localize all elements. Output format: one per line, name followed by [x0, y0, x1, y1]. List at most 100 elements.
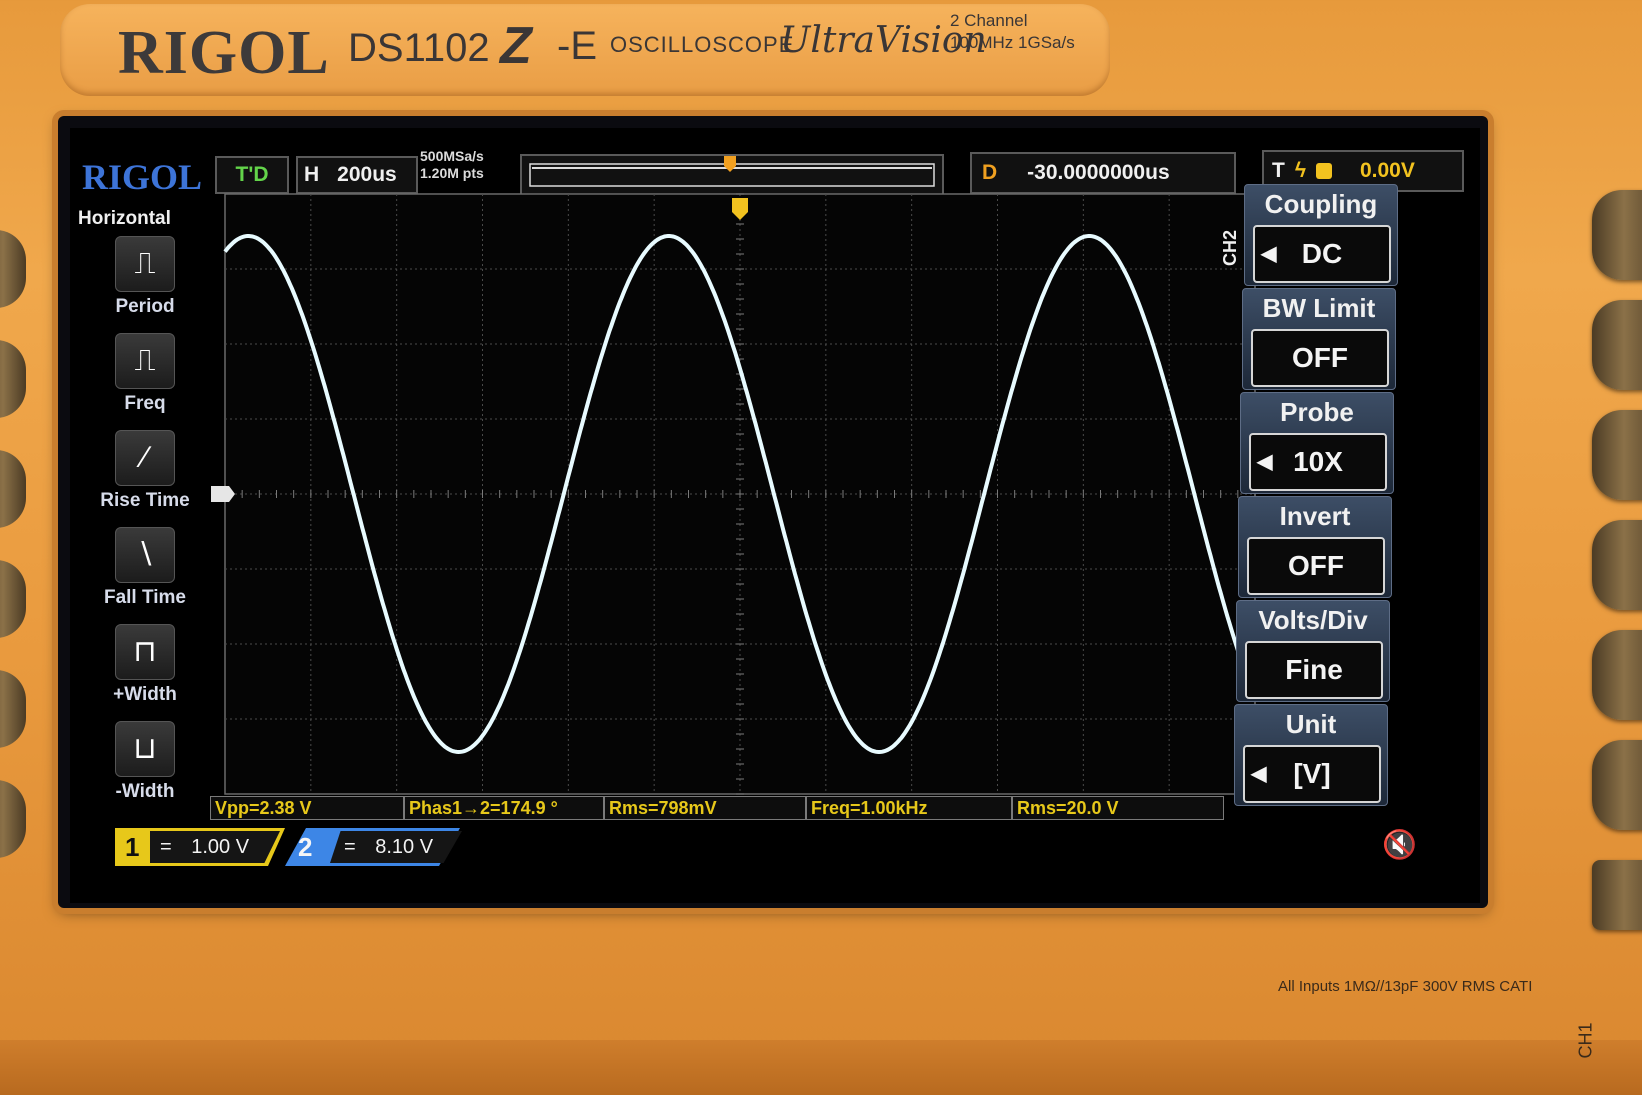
horizontal-label: H — [304, 163, 320, 186]
measurement-freq: Freq=1.00kHz — [806, 796, 1012, 820]
horizontal-menu-item[interactable]: ⎍ Freq — [90, 333, 200, 415]
channel-menu-item[interactable]: Probe ◀ 10X — [1240, 392, 1394, 494]
horizontal-menu-item[interactable]: ⊔ -Width — [90, 721, 200, 803]
memory-depth: 1.20M pts — [420, 165, 484, 181]
softkey-2[interactable] — [1592, 300, 1642, 390]
horizontal-menu-label: +Width — [113, 684, 177, 705]
memory-position-bar — [520, 154, 944, 196]
ch1-number: 1 — [125, 832, 140, 862]
left-key-5[interactable] — [0, 670, 26, 748]
rising-edge-icon: ϟ — [1294, 159, 1306, 182]
ch2-coupling-symbol: = — [344, 836, 356, 858]
horizontal-menu-item[interactable]: ∕ Rise Time — [90, 430, 200, 512]
measurement-phase: Phas1→2=174.9 ° — [404, 796, 604, 820]
scope-screen: RIGOL T'D H 200us 500MSa/s 1.20M pts D -… — [70, 128, 1480, 903]
channel-menu-value-text: OFF — [1288, 550, 1344, 581]
softkey-5[interactable] — [1592, 630, 1642, 720]
channel-menu-value: Fine — [1245, 641, 1383, 699]
ch2-number: 2 — [298, 832, 313, 862]
delay-indicator[interactable]: D -30.0000000us — [970, 152, 1236, 194]
ch2-scale-box: = 8.10 V — [330, 831, 462, 863]
ch1-coupling-symbol: = — [160, 836, 172, 858]
horizontal-menu-label: Period — [115, 296, 175, 317]
horizontal-menu-title: Horizontal — [78, 208, 171, 229]
channel-menu-value-text: OFF — [1292, 342, 1348, 373]
left-key-1[interactable] — [0, 230, 26, 308]
trigger-level: 0.00V — [1359, 159, 1415, 182]
model-number: DS1102 — [348, 26, 490, 70]
input-rating-label: All Inputs 1MΩ//13pF 300V RMS CATI — [1278, 978, 1533, 995]
trigger-source-icon — [1315, 163, 1332, 179]
speaker-mute-icon[interactable]: 🔇 — [1382, 828, 1417, 861]
horizontal-menu-item[interactable]: ⎍ Period — [90, 236, 200, 318]
channel-menu-item[interactable]: Invert OFF — [1238, 496, 1392, 598]
rise-time-icon: ∕ — [115, 430, 175, 486]
left-arrow-icon: ◀ — [1257, 451, 1273, 473]
horizontal-menu-label: Fall Time — [103, 587, 186, 608]
horizontal-menu-label: Freq — [124, 393, 166, 414]
channels-line: 2 Channel — [950, 11, 1028, 30]
product-type: OSCILLOSCOPE — [610, 32, 795, 57]
delay-label: D — [982, 161, 998, 184]
channel-menu-value: ◀ DC — [1253, 225, 1391, 283]
left-arrow-icon: ◀ — [1251, 763, 1267, 785]
ch2-scale: 8.10 V — [375, 836, 434, 858]
left-key-4[interactable] — [0, 560, 26, 638]
channel-menu-value: ◀ 10X — [1249, 433, 1387, 491]
channel-menu-item[interactable]: BW Limit OFF — [1242, 288, 1396, 390]
bezel-bottom — [0, 1040, 1642, 1095]
positive-width-icon: ⊓ — [115, 624, 175, 680]
timebase-indicator[interactable]: H 200us — [296, 156, 418, 194]
spec-line: 100MHz 1GSa/s — [950, 33, 1075, 52]
channel-menu-title: Probe — [1280, 397, 1354, 427]
menu-down-key[interactable] — [1592, 860, 1642, 930]
softkey-3[interactable] — [1592, 410, 1642, 500]
z-logo-icon: Z — [500, 17, 532, 75]
channel-menu-title: Volts/Div — [1258, 605, 1368, 635]
channel-menu-value: OFF — [1251, 329, 1389, 387]
channel-menu-value-text: Fine — [1285, 654, 1343, 685]
delay-value: -30.0000000us — [1027, 161, 1170, 184]
channel-menu-item[interactable]: Unit ◀ [V] — [1234, 704, 1388, 806]
channel-menu-item[interactable]: Volts/Div Fine — [1236, 600, 1390, 702]
channel-menu-value-text: 10X — [1293, 446, 1343, 477]
softkey-6[interactable] — [1592, 740, 1642, 830]
channel-menu-title: Coupling — [1264, 189, 1378, 219]
run-state-badge: T'D — [215, 156, 289, 194]
fall-time-icon: ∖ — [115, 527, 175, 583]
ch1-scale-box: = 1.00 V — [150, 831, 280, 863]
softkey-4[interactable] — [1592, 520, 1642, 610]
negative-width-icon: ⊔ — [115, 721, 175, 777]
trigger-label: T — [1272, 159, 1285, 182]
spec-block: 2 Channel 100MHz 1GSa/s — [950, 10, 1075, 54]
softkey-1[interactable] — [1592, 190, 1642, 280]
memory-waveform-overview — [529, 156, 935, 187]
left-key-6[interactable] — [0, 780, 26, 858]
channel-menu-value: OFF — [1247, 537, 1385, 595]
acquisition-info: 500MSa/s 1.20M pts — [420, 148, 484, 182]
measurement-vpp: Vpp=2.38 V — [210, 796, 404, 820]
trigger-position-marker — [724, 156, 736, 172]
freq-icon: ⎍ — [115, 333, 175, 389]
left-key-2[interactable] — [0, 340, 26, 418]
channel-menu-item[interactable]: Coupling ◀ DC — [1244, 184, 1398, 286]
brand-logo: RIGOL — [118, 19, 330, 87]
horizontal-menu-label: Rise Time — [100, 490, 190, 511]
channel-menu-value-text: [V] — [1293, 758, 1331, 789]
screen-logo: RIGOL — [82, 157, 203, 197]
channel-menu-title: BW Limit — [1262, 293, 1376, 323]
sample-rate: 500MSa/s — [420, 148, 484, 164]
channel-menu-value-text: DC — [1301, 238, 1343, 269]
period-icon: ⎍ — [115, 236, 175, 292]
channel-menu-title: Invert — [1279, 501, 1351, 531]
channel-menu-title: Unit — [1285, 709, 1337, 739]
horizontal-menu-item[interactable]: ⊓ +Width — [90, 624, 200, 706]
waveform-grid — [211, 193, 1273, 795]
measurement-rms-2: Rms=20.0 V — [1012, 796, 1224, 820]
horizontal-menu-item[interactable]: ∖ Fall Time — [90, 527, 200, 609]
left-key-3[interactable] — [0, 450, 26, 528]
ch1-side-label: CH1 — [1575, 1022, 1596, 1059]
left-arrow-icon: ◀ — [1261, 243, 1277, 265]
model-suffix: -E — [557, 24, 597, 68]
ch1-scale: 1.00 V — [191, 836, 250, 858]
